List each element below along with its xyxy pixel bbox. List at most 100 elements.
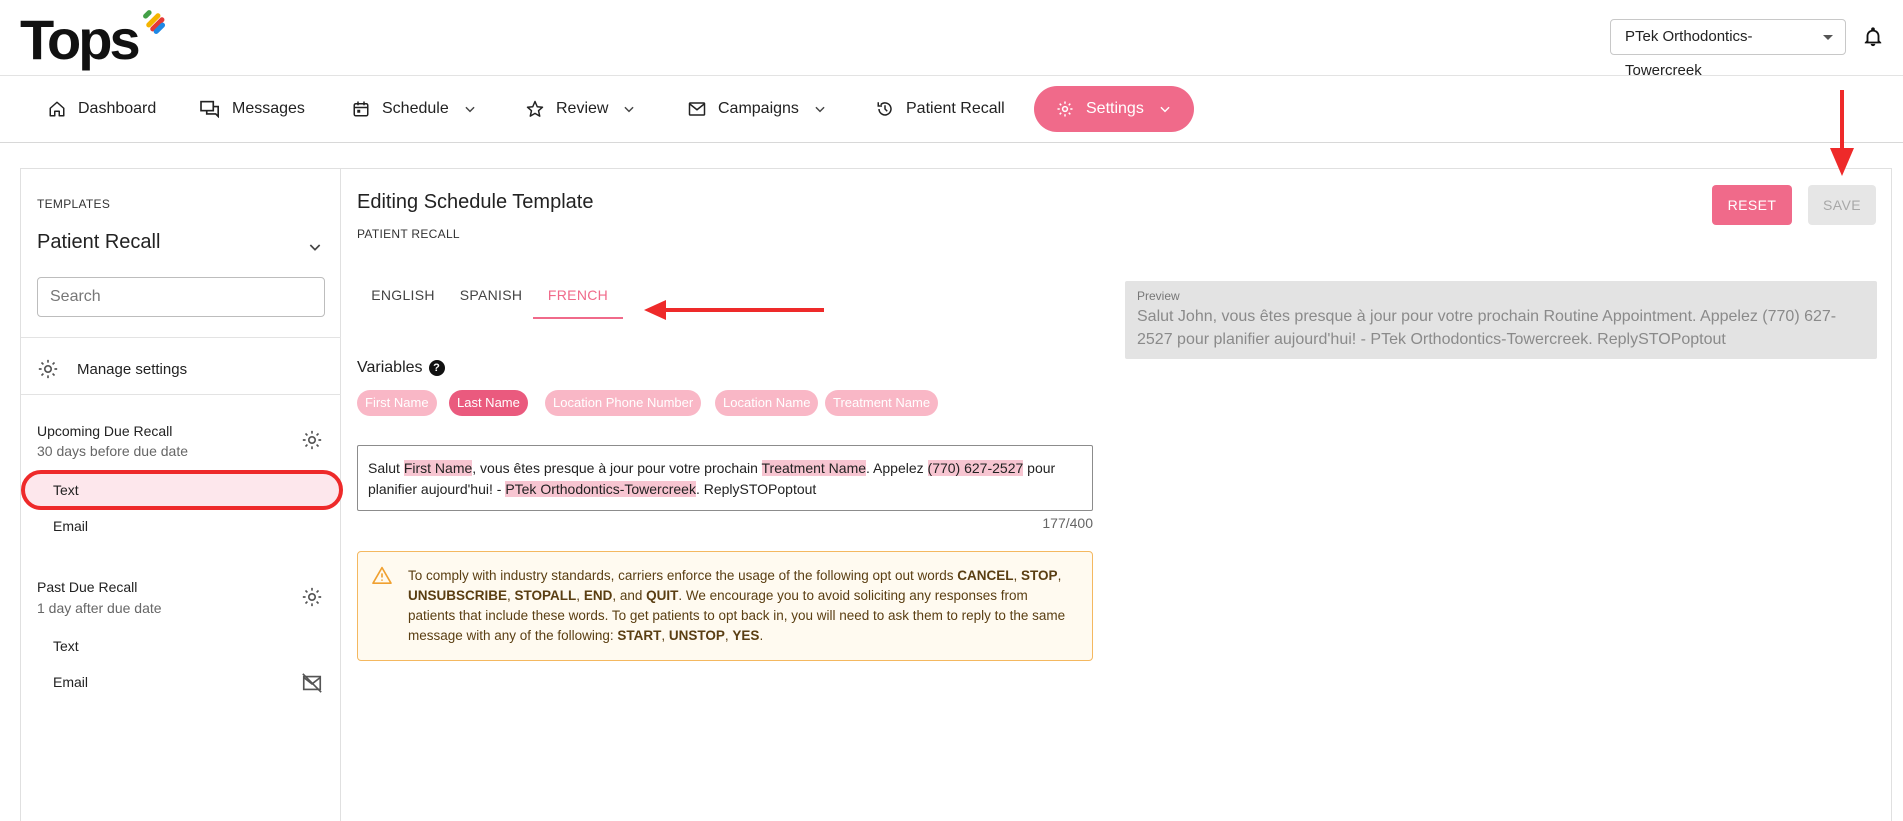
gear-icon: [1057, 101, 1073, 117]
caret-down-icon: [1823, 35, 1833, 40]
warning-text: ,: [1057, 568, 1062, 583]
nav-dashboard[interactable]: Dashboard: [48, 86, 156, 132]
variable-chip[interactable]: Location Name: [715, 390, 819, 416]
history-icon: [877, 102, 892, 116]
nav-campaigns[interactable]: Campaigns: [688, 86, 827, 132]
preview-text: Salut John, vous êtes presque à jour pou…: [1137, 308, 1837, 348]
opt-in-word: START: [617, 628, 662, 643]
home-icon: [49, 101, 65, 117]
variable-token: (770) 627-2527: [927, 460, 1024, 476]
template-search-input[interactable]: Search: [37, 277, 325, 317]
variable-token: Treatment Name: [761, 460, 867, 476]
opt-out-warning: To comply with industry standards, carri…: [357, 551, 1093, 661]
calendar-icon: [353, 101, 369, 117]
variables-label: Variables: [357, 359, 423, 376]
variable-chip[interactable]: Location Phone Number: [545, 390, 702, 416]
opt-out-word: CANCEL: [957, 568, 1014, 583]
help-icon[interactable]: ?: [428, 360, 445, 376]
warning-text: , and: [612, 588, 647, 603]
nav-patient-recall[interactable]: Patient Recall: [876, 86, 1005, 132]
reset-button[interactable]: RESET: [1712, 185, 1792, 225]
annotation-arrow-down: [1830, 90, 1854, 176]
nav-schedule-label: Schedule: [382, 100, 449, 117]
divider: [21, 337, 341, 338]
opt-out-word: UNSUBSCRIBE: [408, 588, 508, 603]
preview-label: Preview: [1137, 289, 1180, 303]
opt-out-word: STOPALL: [514, 588, 577, 603]
manage-settings-link[interactable]: Manage settings: [37, 357, 187, 381]
bell-icon[interactable]: [1862, 25, 1884, 49]
location-select-value: PTek Orthodontics-Towercreek: [1625, 28, 1753, 79]
warning-icon: [372, 566, 392, 584]
opt-in-word: UNSTOP: [668, 628, 725, 643]
logo-text: Tops: [20, 8, 141, 71]
variable-chip[interactable]: Last Name: [449, 390, 528, 416]
group-subtitle: 1 day after due date: [37, 600, 162, 616]
opt-in-word: YES: [732, 628, 760, 643]
annotation-arrow-left: [644, 300, 824, 320]
nav-review-label: Review: [556, 100, 609, 117]
warning-text: To comply with industry standards, carri…: [408, 568, 958, 583]
tab-spanish[interactable]: SPANISH: [449, 271, 533, 319]
template-sidebar: TEMPLATES Patient Recall Search Manage s…: [21, 169, 343, 821]
sidebar-item-text[interactable]: Text: [53, 638, 79, 654]
tab-english[interactable]: ENGLISH: [357, 271, 449, 319]
templates-heading: TEMPLATES: [37, 197, 111, 211]
variable-chip[interactable]: Treatment Name: [825, 390, 939, 416]
sidebar-item-text[interactable]: Text: [53, 482, 79, 498]
warning-text: ,: [507, 588, 515, 603]
chevron-down-icon: [1160, 106, 1170, 113]
variable-chip[interactable]: First Name: [357, 390, 437, 416]
sidebar-item-email[interactable]: Email: [53, 518, 88, 534]
divider: [21, 394, 341, 395]
nav-campaigns-label: Campaigns: [718, 100, 799, 117]
nav-messages-label: Messages: [232, 100, 305, 117]
chevron-down-icon: [815, 106, 825, 113]
variables-heading: Variables ?: [357, 359, 445, 377]
character-counter: 177/400: [1042, 515, 1093, 531]
messages-icon: [200, 100, 219, 118]
tab-french[interactable]: FRENCH: [533, 271, 623, 319]
warning-text: .: [759, 628, 764, 643]
message-editor[interactable]: Salut First Name, vous êtes presque à jo…: [357, 445, 1093, 511]
opt-out-word: QUIT: [646, 588, 679, 603]
message-text: Salut: [368, 460, 404, 476]
save-button[interactable]: SAVE: [1808, 185, 1876, 225]
message-text: , vous êtes presque à jour pour votre pr…: [472, 460, 762, 476]
star-icon: [526, 100, 544, 117]
nav-messages[interactable]: Messages: [200, 86, 305, 132]
gear-icon: [38, 359, 58, 379]
chevron-down-icon: [465, 106, 475, 113]
mail-icon: [688, 102, 706, 116]
message-preview: Preview Salut John, vous êtes presque à …: [1125, 281, 1877, 359]
gear-icon[interactable]: [301, 429, 323, 451]
warning-text: ,: [1013, 568, 1022, 583]
variable-token: First Name: [403, 460, 473, 476]
page-title: Editing Schedule Template: [357, 191, 594, 213]
main-panel: TEMPLATES Patient Recall Search Manage s…: [20, 168, 1892, 821]
warning-text: ,: [576, 588, 584, 603]
nav-settings[interactable]: Settings: [1034, 86, 1194, 132]
group-title: Upcoming Due Recall: [37, 423, 173, 439]
chevron-down-icon: [624, 106, 635, 113]
template-category-select[interactable]: Patient Recall: [37, 231, 327, 261]
main-nav: Dashboard Messages Schedule Review Campa…: [0, 75, 1903, 143]
group-subtitle: 30 days before due date: [37, 443, 189, 459]
nav-patient-recall-label: Patient Recall: [906, 100, 1005, 117]
logo-mark-icon: [143, 10, 166, 35]
warning-text: ,: [661, 628, 669, 643]
opt-out-word: STOP: [1021, 568, 1058, 583]
template-category-value: Patient Recall: [37, 231, 161, 253]
group-title: Past Due Recall: [37, 579, 138, 595]
opt-out-word: END: [583, 588, 613, 603]
nav-review[interactable]: Review: [526, 86, 636, 132]
nav-schedule[interactable]: Schedule: [352, 86, 477, 132]
message-text: . Appelez: [866, 460, 928, 476]
manage-settings-label: Manage settings: [77, 360, 188, 378]
gear-icon[interactable]: [301, 586, 323, 608]
sidebar-item-email[interactable]: Email: [53, 674, 88, 690]
nav-settings-label: Settings: [1086, 100, 1144, 117]
brand-logo[interactable]: Tops: [20, 6, 141, 74]
location-select[interactable]: PTek Orthodontics-Towercreek: [1610, 19, 1846, 79]
email-disabled-icon: [302, 673, 322, 693]
